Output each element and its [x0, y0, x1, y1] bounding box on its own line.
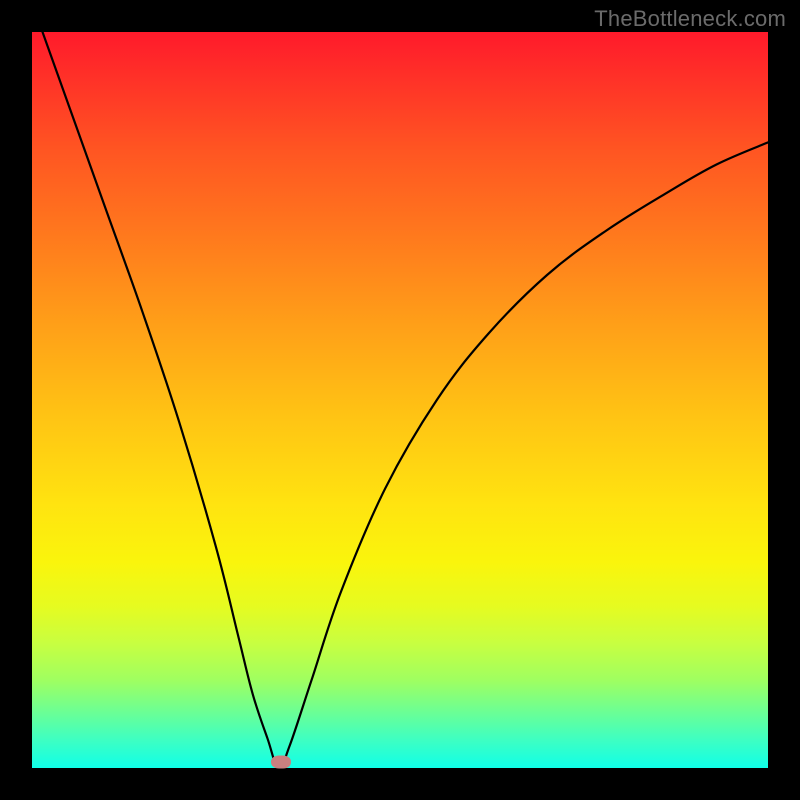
plot-area [32, 32, 768, 768]
chart-frame: TheBottleneck.com [0, 0, 800, 800]
watermark-text: TheBottleneck.com [594, 6, 786, 32]
bottleneck-curve [32, 32, 768, 768]
optimal-point-marker [271, 756, 291, 769]
